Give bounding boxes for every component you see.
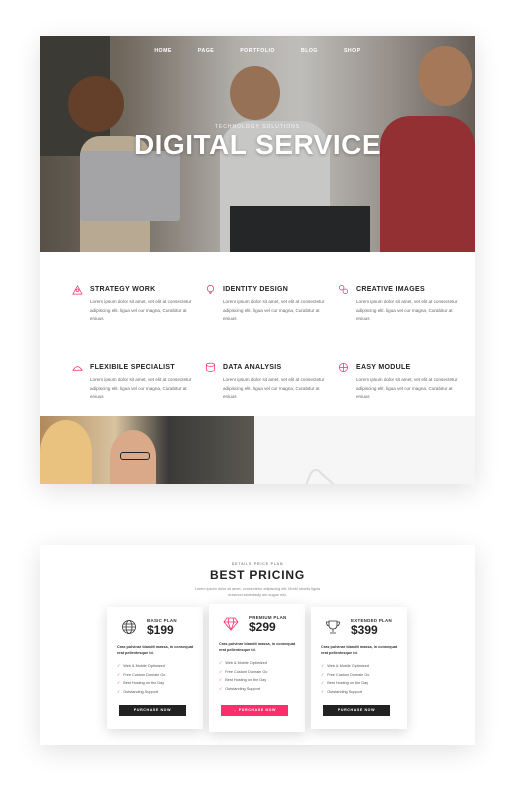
plan-feature: ✓ Best Hosting on the Day [219,678,267,683]
feature-text: Lorem ipsum dolor sit amet, vet elit at … [90,299,192,321]
plan-features: ✓ Web & Mobile Optimized ✓ Free Custom Dom… [321,662,369,696]
plan-price: $399 [351,623,378,637]
feature-item: DATA ANALYSIS Lorem ipsum dolor sit amet… [205,362,338,412]
feature-item: IDENTITY DESIGN Lorem ipsum dolor sit am… [205,284,338,334]
plan-features: ✓ Web & Mobile Optimized ✓ Free Custom Dom… [219,659,267,693]
feature-text: Lorem ipsum dolor sit amet, vet elit at … [90,377,192,399]
pricing-subtitle: DETAILS PRICE PLAN [231,562,284,566]
plan-feature: ✓ Free Custom Domain Go [321,672,370,677]
plan-feature: ✓ Web & Mobile Optimized [117,664,165,668]
check-icon: ✓ [117,664,121,668]
hero-banner: HOME PAGE PORTFOLIO BLOG SHOP TECHNOLOGY… [40,36,475,252]
feature-text: Lorem ipsum dolor sit amet, vet elit at … [223,377,325,399]
plan-price: $299 [249,620,276,634]
plan-feature: ✓ Web & Mobile Optimized [321,664,369,668]
check-icon: ✓ [117,672,121,677]
glasses-image [120,452,150,460]
check-icon: ✓ [219,686,223,691]
feature-item: CREATIVE IMAGES Lorem ipsum dolor sit am… [338,284,471,334]
feature-title: IDENTITY DESIGN [223,286,289,293]
pricing-plan-basic: BASIC PLAN $199 Cras pulvinar blandit ma… [107,607,203,729]
nav-blog[interactable]: BLOG [301,48,318,54]
purchase-button[interactable]: PURCHASE NOW [323,705,390,716]
globe-icon [122,620,136,634]
pricing-title: BEST PRICING [210,568,305,582]
purchase-button[interactable]: → PURCHASE NOW [221,705,288,716]
check-icon: ✓ [219,678,223,683]
feature-text: Lorem ipsum dolor sit amet, vet elit at … [223,299,325,321]
plan-description: Cras pulvinar blandit massa, in consequa… [321,645,398,655]
plan-feature: ✓ Free Custom Domain Go [219,669,268,674]
plan-feature: ✓ Best Hosting on the Day [117,681,165,686]
check-icon: ✓ [321,681,325,686]
feature-item: STRATEGY WORK Lorem ipsum dolor sit amet… [72,284,205,334]
creative-icon [339,285,348,294]
purchase-button[interactable]: PURCHASE NOW [119,705,186,716]
feature-text: Lorem ipsum dolor sit amet, vet elit at … [356,377,458,399]
grey-panel [254,416,475,484]
plan-price: $199 [147,623,174,637]
plan-feature: ✓ Outstanding Support [219,686,261,691]
module-icon [339,363,348,372]
check-icon: ✓ [117,689,121,694]
plan-feature: ✓ Outstanding Support [321,689,363,694]
feature-item: FLEXIBILE SPECIALIST Lorem ipsum dolor s… [72,362,205,412]
plan-feature: ✓ Outstanding Support [117,689,159,694]
check-icon: ✓ [321,689,325,694]
check-icon: ✓ [321,664,325,668]
specialist-icon [72,366,83,371]
feature-title: DATA ANALYSIS [223,364,282,371]
check-icon: ✓ [219,661,223,665]
strategy-icon [72,285,83,295]
plan-feature: ✓ Free Custom Domain Go [117,672,166,677]
team-photo [40,416,254,484]
check-icon: ✓ [321,672,325,677]
data-icon [206,362,215,372]
feature-text: Lorem ipsum dolor sit amet, vet elit at … [356,299,458,321]
feature-item: EASY MODULE Lorem ipsum dolor sit amet, … [338,362,471,412]
plan-description: Cras pulvinar blandit massa, in consequa… [219,642,296,652]
main-nav: HOME PAGE PORTFOLIO BLOG SHOP [40,48,475,54]
diamond-icon [223,617,239,632]
feature-title: FLEXIBILE SPECIALIST [90,364,175,371]
decorative-icon [305,468,336,484]
nav-shop[interactable]: SHOP [344,48,361,54]
pricing-description: Lorem ipsum dolor sit amet, consectetur … [194,587,321,597]
pricing-section: DETAILS PRICE PLAN BEST PRICING Lorem ip… [40,545,475,745]
features-grid: STRATEGY WORK Lorem ipsum dolor sit amet… [72,284,457,412]
nav-page[interactable]: PAGE [198,48,214,54]
services-section: HOME PAGE PORTFOLIO BLOG SHOP TECHNOLOGY… [40,36,475,484]
hero-title: DIGITAL SERVICE [133,129,382,160]
pricing-plan-premium: PREMIUM PLAN $299 Cras pulvinar blandit … [209,604,305,732]
plan-description: Cras pulvinar blandit massa, in consequa… [117,645,194,655]
feature-title: EASY MODULE [356,364,411,371]
plan-features: ✓ Web & Mobile Optimized ✓ Free Custom Dom… [117,662,165,696]
nav-portfolio[interactable]: PORTFOLIO [240,48,275,54]
plan-feature: ✓ Best Hosting on the Day [321,681,369,686]
check-icon: ✓ [117,681,121,686]
feature-title: CREATIVE IMAGES [356,286,425,293]
trophy-icon [326,620,340,634]
person-image [40,420,92,484]
pricing-plan-extended: EXTENDED PLAN $399 Cras pulvinar blandit… [311,607,407,729]
lightbulb-icon [206,285,215,294]
plan-feature: ✓ Web & Mobile Optimized [219,661,267,665]
check-icon: ✓ [219,669,223,674]
nav-home[interactable]: HOME [154,48,172,54]
feature-title: STRATEGY WORK [90,286,156,293]
